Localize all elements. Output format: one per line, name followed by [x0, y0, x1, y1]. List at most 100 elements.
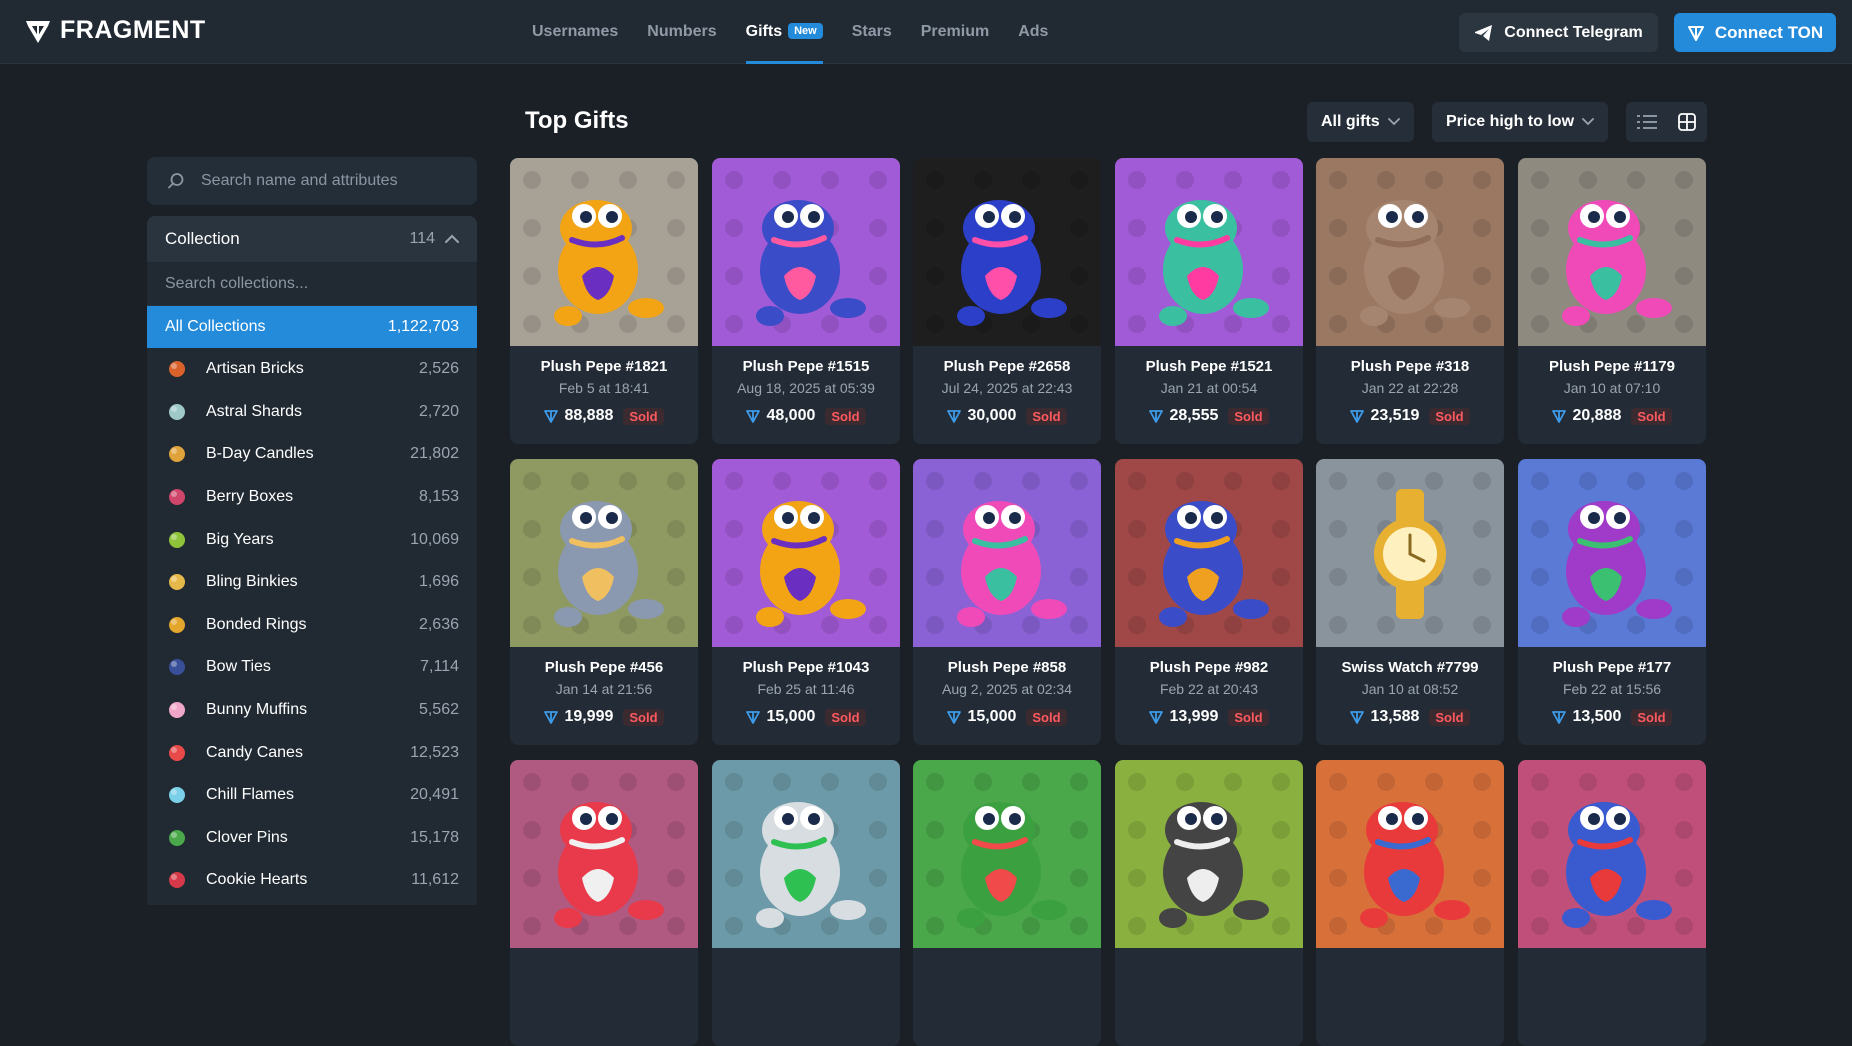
collection-item[interactable]: Berry Boxes 8,153	[147, 476, 477, 519]
berry-icon	[165, 485, 189, 509]
collection-item[interactable]: Bow Ties 7,114	[147, 646, 477, 689]
sold-badge: Sold	[1228, 708, 1269, 726]
crystal-icon	[165, 400, 189, 424]
fragment-logo-icon	[26, 20, 50, 43]
sort-label: Price high to low	[1446, 113, 1575, 130]
collection-item-label: Clover Pins	[206, 828, 288, 846]
chevron-down-icon	[1582, 118, 1594, 126]
chevron-down-icon	[1387, 118, 1400, 126]
collection-item-count: 2,636	[418, 615, 459, 633]
view-toggle	[1626, 102, 1707, 142]
gift-name: Plush Pepe #1515	[742, 358, 870, 375]
nav-gifts[interactable]: Gifts New	[745, 0, 823, 64]
ton-icon	[544, 410, 559, 423]
grid-view-icon[interactable]	[1678, 113, 1697, 131]
gift-card[interactable]: Plush Pepe #982 Feb 22 at 20:43 13,999 Sold	[1115, 459, 1303, 745]
collection-item-count: 2,720	[418, 402, 459, 420]
gift-card[interactable]: Plush Pepe #858 Aug 2, 2025 at 02:34 15,00…	[913, 459, 1101, 745]
collection-item[interactable]: Cookie Hearts 11,612	[147, 859, 477, 902]
collection-item[interactable]: Artisan Bricks 2,526	[147, 348, 477, 391]
collection-search-input[interactable]	[165, 274, 455, 293]
ton-icon	[947, 711, 962, 724]
collection-item-count: 15,178	[410, 828, 459, 846]
gift-card[interactable]: Plush Pepe #456 Jan 14 at 21:56 19,999 Sold	[510, 459, 698, 745]
ton-icon	[1149, 711, 1164, 724]
gift-date: Feb 22 at 20:43	[1159, 681, 1259, 697]
gift-filter-label: All gifts	[1321, 113, 1380, 130]
nav-numbers[interactable]: Numbers	[647, 0, 716, 64]
collection-item[interactable]: Astral Shards 2,720	[147, 391, 477, 434]
gift-card[interactable]	[1115, 760, 1303, 1046]
gift-image	[1518, 459, 1706, 647]
collection-item[interactable]: Bling Binkies 1,696	[147, 561, 477, 604]
gift-image	[913, 459, 1101, 647]
nav-stars[interactable]: Stars	[852, 0, 892, 64]
logo-text: FRAGMENT	[60, 16, 206, 44]
connect-telegram-button[interactable]: Connect Telegram	[1459, 13, 1658, 52]
gift-name: Swiss Watch #7799	[1341, 659, 1479, 676]
gift-card[interactable]	[1316, 760, 1504, 1046]
gift-card[interactable]	[913, 760, 1101, 1046]
collection-item[interactable]: Bonded Rings 2,636	[147, 604, 477, 647]
collection-item[interactable]: B-Day Candles 21,802	[147, 433, 477, 476]
sold-badge: Sold	[825, 407, 866, 425]
gift-price-value: 15,000	[766, 708, 816, 725]
gift-card[interactable]: Plush Pepe #2658 Jul 24, 2025 at 22:43 30,…	[913, 158, 1101, 444]
nav-premium[interactable]: Premium	[921, 0, 989, 64]
sold-badge: Sold	[825, 708, 866, 726]
gift-image	[1115, 459, 1303, 647]
search-input[interactable]	[201, 172, 461, 190]
collection-item[interactable]: Clover Pins 15,178	[147, 817, 477, 860]
gift-filter-dropdown[interactable]: All gifts	[1307, 102, 1414, 142]
collection-item[interactable]: Chill Flames 20,491	[147, 774, 477, 817]
gift-card[interactable]	[712, 760, 900, 1046]
main-nav: Usernames Numbers Gifts New Stars Premium…	[532, 0, 1077, 64]
collection-item[interactable]: Big Years 10,069	[147, 518, 477, 561]
gift-image	[712, 760, 900, 948]
gift-date: Jan 22 at 22:28	[1361, 380, 1459, 396]
ton-icon	[1149, 410, 1164, 423]
gift-card[interactable]: Plush Pepe #1821 Feb 5 at 18:41 88,888 Sold	[510, 158, 698, 444]
connect-ton-button[interactable]: Connect TON	[1674, 13, 1836, 52]
sort-dropdown[interactable]: Price high to low	[1432, 102, 1609, 142]
gift-price: 88,888 Sold	[510, 407, 698, 425]
gift-name: Plush Pepe #1043	[742, 659, 870, 676]
gift-card[interactable]: Plush Pepe #1043 Feb 25 at 11:46 15,000 Sol…	[712, 459, 900, 745]
all-collections-item[interactable]: All Collections 1,122,703	[147, 306, 477, 348]
gift-image	[913, 760, 1101, 948]
gift-date: Aug 2, 2025 at 02:34	[942, 681, 1072, 697]
gift-name: Plush Pepe #982	[1149, 659, 1269, 676]
gift-card[interactable]	[1518, 760, 1706, 1046]
gift-price: 15,000 Sold	[913, 708, 1101, 726]
ton-icon	[1350, 410, 1365, 423]
nav-ads[interactable]: Ads	[1018, 0, 1048, 64]
gift-image	[1316, 760, 1504, 948]
gift-card[interactable]: Plush Pepe #1521 Jan 21 at 00:54 28,555 Sol…	[1115, 158, 1303, 444]
gift-image	[913, 158, 1101, 346]
fragment-logo[interactable]: FRAGMENT	[24, 16, 206, 45]
collection-item[interactable]: Candy Canes 12,523	[147, 731, 477, 774]
nav-label: Gifts	[745, 23, 783, 40]
collection-item-label: Bonded Rings	[206, 615, 307, 633]
connect-telegram-label: Connect Telegram	[1504, 23, 1643, 41]
collection-item-label: Artisan Bricks	[206, 360, 304, 378]
nav-usernames[interactable]: Usernames	[532, 0, 618, 64]
sold-badge: Sold	[1026, 407, 1067, 425]
brick-icon	[165, 357, 189, 381]
gift-image	[1518, 158, 1706, 346]
gift-image	[1115, 760, 1303, 948]
gift-image	[510, 459, 698, 647]
gift-card[interactable]: Plush Pepe #1515 Aug 18, 2025 at 05:39 48,…	[712, 158, 900, 444]
gift-card[interactable]	[510, 760, 698, 1046]
collection-item-count: 2,526	[418, 360, 459, 378]
gift-card[interactable]: Plush Pepe #318 Jan 22 at 22:28 23,519 Sold	[1316, 158, 1504, 444]
bowtie-icon	[165, 655, 189, 679]
ton-icon	[947, 410, 962, 423]
gift-card[interactable]: Swiss Watch #7799 Jan 10 at 08:52 13,588 So…	[1316, 459, 1504, 745]
gift-card[interactable]: Plush Pepe #177 Feb 22 at 15:56 13,500 Sold	[1518, 459, 1706, 745]
gift-name: Plush Pepe #1179	[1549, 358, 1675, 375]
list-view-icon[interactable]	[1636, 114, 1657, 130]
collection-header[interactable]: Collection 114	[147, 216, 477, 262]
collection-item[interactable]: Bunny Muffins 5,562	[147, 689, 477, 732]
gift-card[interactable]: Plush Pepe #1179 Jan 10 at 07:10 20,888 Sol…	[1518, 158, 1706, 444]
